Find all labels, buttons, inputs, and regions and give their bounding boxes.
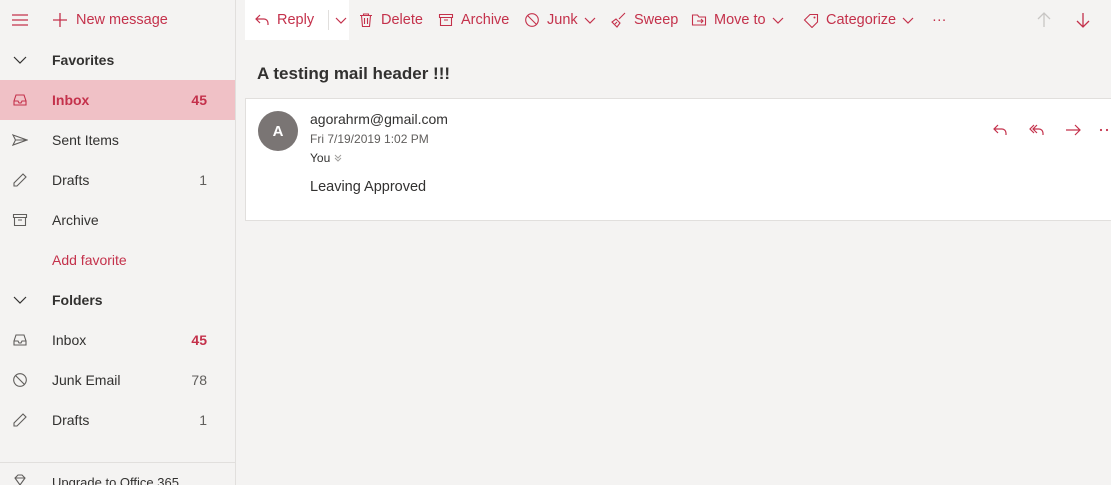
folder-item-inbox[interactable]: Inbox 45 xyxy=(0,320,235,360)
favorites-item-sent-items[interactable]: Sent Items xyxy=(0,120,235,160)
divider xyxy=(328,10,329,30)
reply-options-dropdown[interactable] xyxy=(335,0,349,40)
chevron-down-icon xyxy=(902,17,914,24)
favorites-header[interactable]: Favorites xyxy=(0,40,235,80)
chevron-down-icon xyxy=(13,296,27,304)
blocked-icon xyxy=(13,373,27,387)
next-item-button[interactable] xyxy=(1074,11,1092,29)
favorites-item-archive[interactable]: Archive xyxy=(0,200,235,240)
favorites-item-drafts[interactable]: Drafts 1 xyxy=(0,160,235,200)
diamond-icon xyxy=(14,474,26,485)
favorites-header-label: Favorites xyxy=(52,52,115,68)
folder-item-label: Drafts xyxy=(52,412,90,428)
unread-count: 45 xyxy=(191,332,207,348)
chevron-down-icon xyxy=(13,56,27,64)
item-count: 78 xyxy=(191,372,207,388)
categorize-label: Categorize xyxy=(826,12,897,28)
double-chevron-down-icon xyxy=(334,154,342,162)
arrow-down-icon xyxy=(1076,13,1090,28)
message-reply-all-button[interactable] xyxy=(1028,121,1046,139)
broom-icon xyxy=(611,12,626,28)
folder-item-label: Inbox xyxy=(52,332,87,348)
inbox-icon xyxy=(13,94,27,106)
junk-button[interactable]: Junk xyxy=(524,0,596,40)
folder-move-icon xyxy=(691,14,707,26)
item-count: 1 xyxy=(199,172,207,188)
delete-button[interactable]: Delete xyxy=(358,0,423,40)
inbox-icon xyxy=(13,334,27,346)
folder-item-label: Junk Email xyxy=(52,372,121,388)
reply-icon xyxy=(255,14,269,25)
move-to-button[interactable]: Move to xyxy=(691,0,784,40)
upgrade-label: Upgrade to Office 365 xyxy=(52,475,179,485)
recipients-toggle[interactable]: You xyxy=(310,151,343,165)
message-more-actions-button[interactable] xyxy=(1098,121,1111,139)
tag-icon xyxy=(803,13,819,28)
sidebar: New message Favorites Inbox 45 Sent Item… xyxy=(0,0,236,485)
sweep-label: Sweep xyxy=(634,12,679,28)
previous-item-button[interactable] xyxy=(1035,11,1053,29)
unread-count: 45 xyxy=(191,92,207,108)
chevron-down-icon xyxy=(335,17,347,24)
categorize-button[interactable]: Categorize xyxy=(803,0,914,40)
avatar[interactable]: A xyxy=(258,111,298,151)
recipient-label: You xyxy=(310,151,331,165)
upgrade-office-link[interactable]: Upgrade to Office 365 xyxy=(0,462,235,485)
archive-icon xyxy=(438,13,454,27)
favorites-item-label: Inbox xyxy=(52,92,90,108)
favorites-item-label: Drafts xyxy=(52,172,90,188)
folder-item-junk-email[interactable]: Junk Email 78 xyxy=(0,360,235,400)
message-reply-button[interactable] xyxy=(991,121,1009,139)
more-actions-button[interactable]: ··· xyxy=(932,0,947,40)
more-icon: ··· xyxy=(932,12,947,28)
pencil-icon xyxy=(13,413,27,427)
add-favorite-link[interactable]: Add favorite xyxy=(0,240,235,280)
reply-icon xyxy=(993,124,1007,135)
chevron-down-icon xyxy=(584,17,596,24)
folders-header[interactable]: Folders xyxy=(0,280,235,320)
archive-icon xyxy=(12,213,28,227)
trash-icon xyxy=(360,13,372,28)
sender-address[interactable]: agorahrm@gmail.com xyxy=(310,111,448,127)
message-date: Fri 7/19/2019 1:02 PM xyxy=(310,132,429,146)
favorites-item-inbox[interactable]: Inbox 45 xyxy=(0,80,235,120)
folders-header-label: Folders xyxy=(52,292,103,308)
favorites-item-label: Archive xyxy=(52,212,99,228)
plus-icon xyxy=(53,13,67,27)
blocked-icon xyxy=(525,13,539,27)
forward-icon xyxy=(1066,124,1081,136)
message-card: A agorahrm@gmail.com Fri 7/19/2019 1:02 … xyxy=(245,98,1111,221)
pencil-icon xyxy=(13,173,27,187)
new-message-button[interactable]: New message xyxy=(52,9,168,31)
reply-label: Reply xyxy=(277,12,315,28)
reply-button[interactable]: Reply xyxy=(254,0,314,40)
reply-all-icon xyxy=(1029,124,1044,135)
message-body: Leaving Approved xyxy=(310,179,427,195)
chevron-down-icon xyxy=(772,17,784,24)
command-toolbar: Reply Delete Archive Junk Sweep Move to … xyxy=(236,0,1111,40)
archive-button[interactable]: Archive xyxy=(438,0,509,40)
reply-button-group: Reply xyxy=(245,0,349,40)
archive-label: Archive xyxy=(461,12,510,28)
new-message-label: New message xyxy=(76,12,168,28)
favorites-item-label: Sent Items xyxy=(52,132,119,148)
junk-label: Junk xyxy=(547,12,578,28)
hamburger-menu-icon[interactable] xyxy=(10,10,30,30)
add-favorite-label: Add favorite xyxy=(52,252,127,268)
delete-label: Delete xyxy=(381,12,423,28)
message-subject: A testing mail header !!! xyxy=(257,64,451,83)
sweep-button[interactable]: Sweep xyxy=(611,0,678,40)
move-to-label: Move to xyxy=(714,12,766,28)
sidebar-top-row: New message xyxy=(0,0,235,40)
item-count: 1 xyxy=(199,412,207,428)
folder-item-drafts[interactable]: Drafts 1 xyxy=(0,400,235,440)
message-forward-button[interactable] xyxy=(1064,121,1082,139)
arrow-up-icon xyxy=(1037,12,1051,27)
more-icon xyxy=(1099,128,1109,132)
send-icon xyxy=(12,134,28,146)
